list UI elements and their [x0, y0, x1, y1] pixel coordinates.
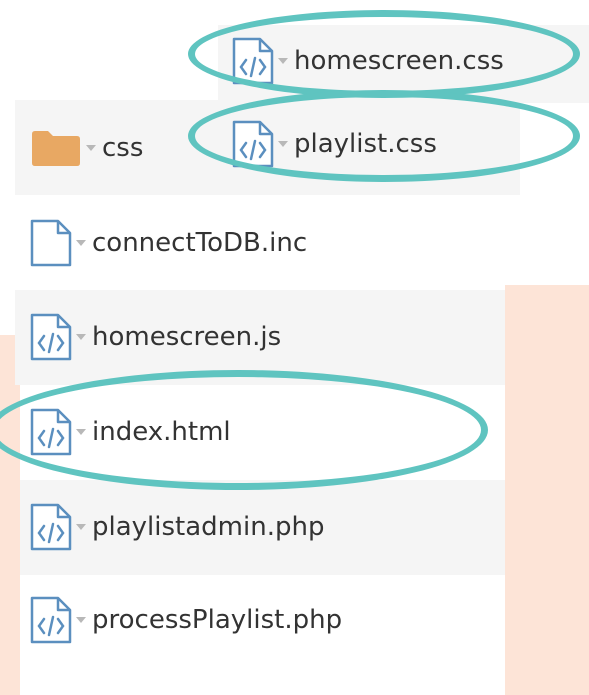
chevron-down-icon[interactable] [76, 240, 86, 246]
background-accent-right [505, 285, 589, 695]
folder-icon [32, 131, 80, 166]
chevron-down-icon[interactable] [76, 334, 86, 340]
file-row-connecttodb[interactable]: connectToDB.inc [30, 219, 307, 267]
file-label: playlistadmin.php [92, 512, 325, 542]
chevron-down-icon[interactable] [76, 524, 86, 530]
background-accent-left [0, 335, 20, 695]
highlight-ring-playlist-css [188, 90, 580, 182]
file-label: connectToDB.inc [92, 228, 308, 258]
file-row-playlistadmin[interactable]: playlistadmin.php [30, 503, 324, 551]
highlight-ring-homescreen-css [188, 10, 580, 98]
file-label: homescreen.js [92, 322, 282, 352]
blank-file-icon [30, 219, 72, 267]
chevron-down-icon[interactable] [76, 617, 86, 623]
folder-row-css[interactable]: css [30, 128, 143, 168]
code-file-icon [30, 313, 72, 361]
highlight-ring-index-html [0, 370, 488, 490]
code-file-icon [30, 596, 72, 644]
file-row-homescreen-js[interactable]: homescreen.js [30, 313, 281, 361]
code-file-icon [30, 503, 72, 551]
file-label: processPlaylist.php [92, 605, 343, 635]
chevron-down-icon[interactable] [86, 145, 96, 151]
folder-label: css [102, 133, 144, 163]
file-row-processplaylist[interactable]: processPlaylist.php [30, 596, 342, 644]
